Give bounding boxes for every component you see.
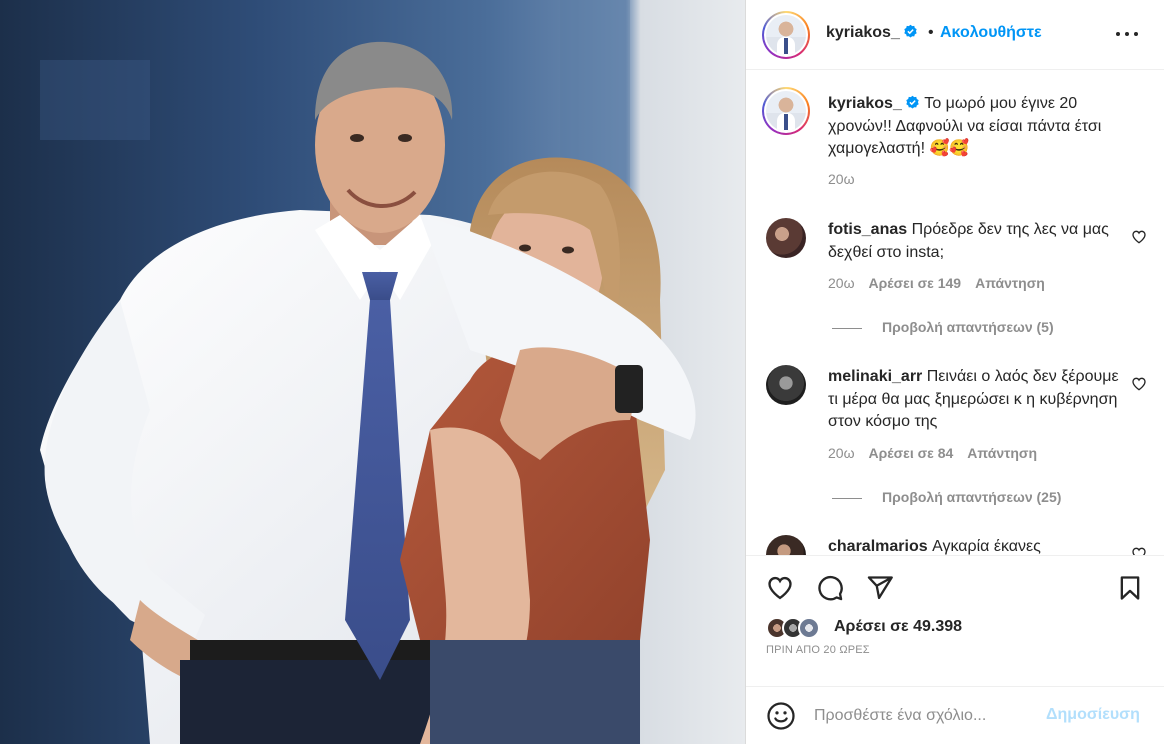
post-photo-illustration [0, 0, 745, 744]
caption: kyriakos_ Το μωρό μου έγινε 20 χρονών!! … [828, 93, 1128, 161]
caption-author-avatar[interactable] [762, 87, 810, 135]
comment-meta: 20ω Αρέσει σε 149 Απάντηση [828, 275, 1045, 291]
post-actions: Αρέσει σε 49.398 ΠΡΙΝ ΑΠΟ 20 ΩΡΕΣ [746, 555, 1164, 685]
paper-plane-icon[interactable] [866, 574, 894, 602]
comment-like-heart-icon[interactable] [1131, 229, 1147, 245]
verified-badge-icon [904, 24, 917, 38]
author-username[interactable]: kyriakos_ [826, 24, 900, 41]
comment-avatar[interactable] [766, 535, 806, 555]
likes-prefix: Αρέσει σε [834, 618, 914, 635]
heart-icon[interactable] [766, 574, 794, 602]
comment-like-heart-icon[interactable] [1131, 376, 1147, 392]
comment: melinaki_arr Πεινάει ο λαός δεν ξέρουμε … [828, 366, 1128, 434]
comment-input[interactable] [814, 701, 1034, 731]
instagram-post-modal: kyriakos_ • Ακολουθήστε kyriakos_ Το μωρ… [0, 0, 1164, 744]
comment: fotis_anas Πρόεδρε δεν της λες να μας δε… [828, 219, 1128, 264]
author-avatar[interactable] [762, 11, 810, 59]
add-comment-bar: Δημοσίευση [746, 686, 1164, 744]
bookmark-icon[interactable] [1116, 574, 1144, 602]
comment-likes[interactable]: Αρέσει σε 149 [869, 275, 962, 291]
reply-button[interactable]: Απάντηση [975, 275, 1045, 291]
likes-number: 49.398 [913, 618, 963, 635]
comment-username[interactable]: charalmarios [828, 538, 928, 555]
view-replies-button[interactable]: Προβολή απαντήσεων (25) [832, 489, 1061, 505]
view-replies-button[interactable]: Προβολή απαντήσεων (5) [832, 319, 1054, 335]
verified-badge-icon [906, 95, 919, 109]
liker-avatar [798, 617, 820, 639]
comment-username[interactable]: melinaki_arr [828, 368, 922, 385]
more-options-icon[interactable] [1116, 22, 1142, 46]
comment-text: Αγκαρία έκανες [932, 538, 1041, 555]
comment-time[interactable]: 20ω [828, 445, 855, 461]
post-time-ago[interactable]: ΠΡΙΝ ΑΠΟ 20 ΩΡΕΣ [766, 644, 870, 656]
reply-button[interactable]: Απάντηση [967, 445, 1037, 461]
comments-list[interactable]: kyriakos_ Το μωρό μου έγινε 20 χρονών!! … [746, 71, 1164, 555]
header-separator-dot: • [928, 24, 934, 41]
post-header: kyriakos_ • Ακολουθήστε [746, 0, 1164, 70]
emoji-icon[interactable] [766, 701, 796, 731]
post-side-panel: kyriakos_ • Ακολουθήστε kyriakos_ Το μωρ… [745, 0, 1164, 744]
likers-avatars[interactable] [766, 617, 828, 639]
comment-meta: 20ω Αρέσει σε 84 Απάντηση [828, 445, 1037, 461]
comment-bubble-icon[interactable] [816, 574, 844, 602]
caption-meta: 20ω [828, 171, 855, 187]
comment-avatar[interactable] [766, 365, 806, 405]
comment: charalmarios Αγκαρία έκανες [828, 536, 1128, 555]
caption-username[interactable]: kyriakos_ [828, 95, 902, 112]
comment-avatar[interactable] [766, 218, 806, 258]
comment-likes[interactable]: Αρέσει σε 84 [869, 445, 954, 461]
post-comment-button[interactable]: Δημοσίευση [1046, 706, 1140, 724]
likes-count[interactable]: Αρέσει σε 49.398 [834, 618, 962, 636]
caption-time[interactable]: 20ω [828, 171, 855, 187]
post-photo[interactable] [0, 0, 745, 744]
follow-button[interactable]: Ακολουθήστε [940, 24, 1042, 42]
comment-username[interactable]: fotis_anas [828, 221, 907, 238]
comment-time[interactable]: 20ω [828, 275, 855, 291]
comment-like-heart-icon[interactable] [1131, 546, 1147, 555]
